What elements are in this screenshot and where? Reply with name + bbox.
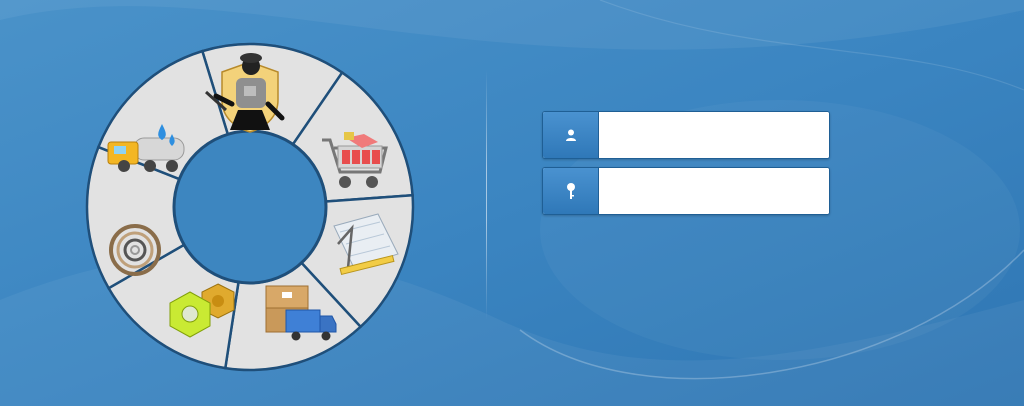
username-field[interactable]: [542, 111, 830, 159]
username-input[interactable]: [599, 112, 829, 158]
category-wheel: [85, 42, 415, 372]
wheel-center: [172, 129, 328, 285]
password-input[interactable]: [599, 168, 829, 214]
password-field[interactable]: [542, 167, 830, 215]
key-icon: [543, 168, 599, 214]
user-icon: [543, 112, 599, 158]
vertical-divider: [486, 70, 487, 320]
